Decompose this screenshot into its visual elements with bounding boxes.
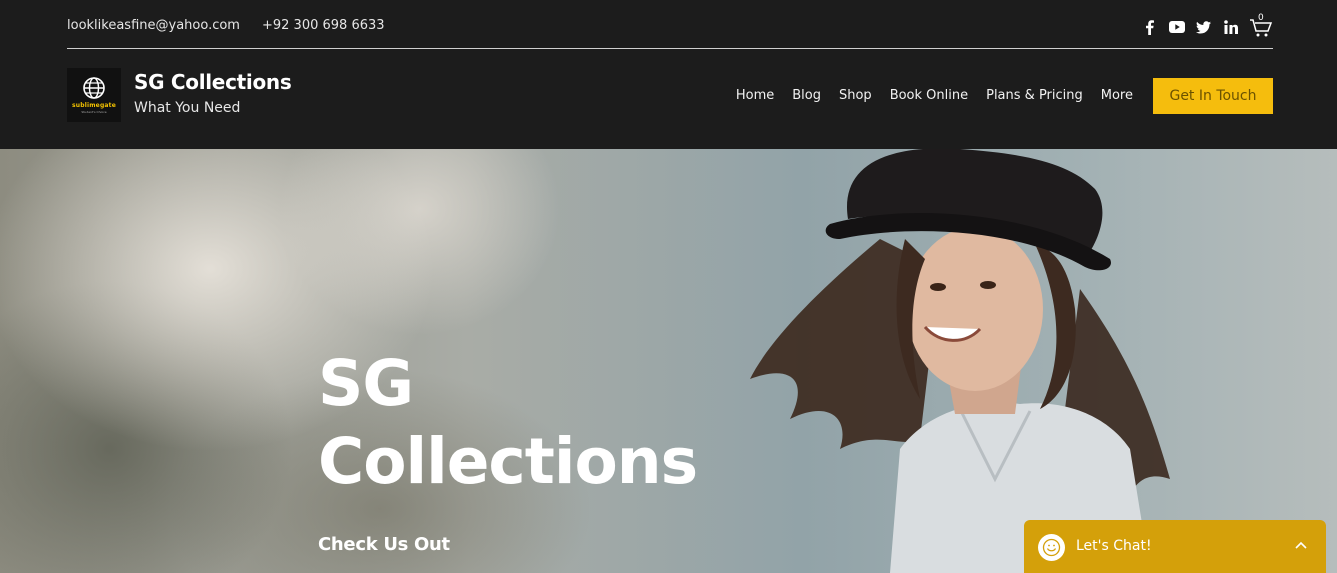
logo-text: sublimegate [71,102,117,109]
hero-section: SG Collections Check Us Out [0,149,1337,573]
site-header: looklikeasfine@yahoo.com +92 300 698 663… [0,0,1337,149]
contact-phone[interactable]: +92 300 698 6633 [262,18,385,33]
youtube-icon[interactable] [1168,19,1185,36]
hero-heading-line-2: Collections [318,425,698,498]
hero-heading-line-1: SG [318,347,414,420]
chat-widget[interactable]: Let's Chat! [1024,520,1326,573]
hero-heading: SG Collections [318,345,698,501]
nav-item-blog[interactable]: Blog [783,88,830,103]
nav-item-home[interactable]: Home [727,88,783,103]
cart-count: 0 [1258,13,1264,23]
contact-row: looklikeasfine@yahoo.com +92 300 698 663… [67,18,385,33]
social-bar: 0 [1141,13,1273,38]
logo-subtext: Student's Choice [81,110,107,114]
hero-photo [750,149,1170,573]
globe-icon [83,77,105,99]
twitter-icon[interactable] [1195,19,1212,36]
site-logo[interactable]: sublimegate Student's Choice [67,68,121,122]
site-tagline: What You Need [134,100,241,116]
nav-item-shop[interactable]: Shop [830,88,881,103]
facebook-icon[interactable] [1141,19,1158,36]
chevron-up-icon[interactable] [1294,538,1308,552]
nav-item-book-online[interactable]: Book Online [881,88,977,103]
linkedin-icon[interactable] [1222,19,1239,36]
site-title[interactable]: SG Collections [134,70,292,94]
contact-email[interactable]: looklikeasfine@yahoo.com [67,18,240,33]
nav-item-plans-pricing[interactable]: Plans & Pricing [977,88,1092,103]
nav-item-more[interactable]: More [1092,88,1133,103]
chat-label: Let's Chat! [1076,538,1152,554]
hero-subheading: Check Us Out [318,534,450,555]
header-divider [67,48,1273,49]
chat-smiley-icon [1038,534,1065,561]
main-nav: Home Blog Shop Book Online Plans & Prici… [727,88,1133,103]
cart-icon[interactable]: 0 [1249,13,1273,38]
get-in-touch-button[interactable]: Get In Touch [1153,78,1273,114]
